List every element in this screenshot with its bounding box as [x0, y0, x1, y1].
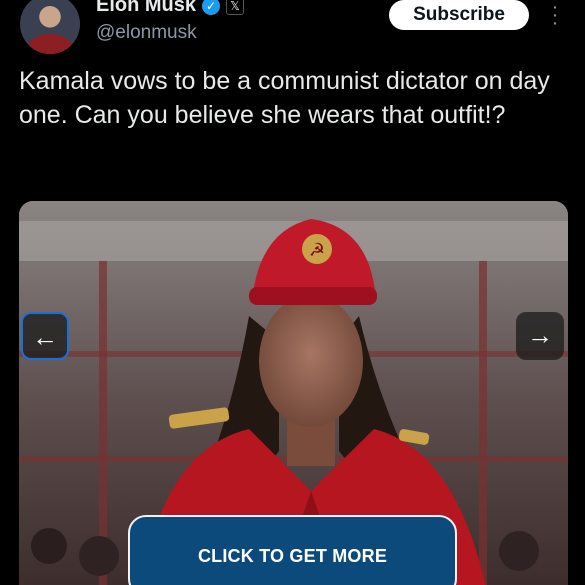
post-text: Kamala vows to be a communist dictator o…: [19, 67, 550, 129]
carousel-prev-button[interactable]: ←: [21, 312, 69, 360]
x-affiliation-icon: 𝕏: [226, 0, 245, 15]
click-to-get-more-button[interactable]: CLICK TO GET MORE: [128, 515, 457, 585]
verified-badge-icon: ✓: [202, 0, 221, 15]
author-handle[interactable]: @elonmusk: [96, 22, 197, 44]
subscribe-button[interactable]: Subscribe: [389, 0, 529, 30]
author-name-row: Elon Musk ✓ 𝕏: [96, 0, 245, 17]
avatar[interactable]: [20, 0, 80, 54]
post-header: Elon Musk ✓ 𝕏 @elonmusk Subscribe · · ·: [0, 0, 585, 58]
more-options-icon[interactable]: · · ·: [549, 0, 561, 33]
svg-text:☭: ☭: [309, 240, 325, 261]
carousel-next-button[interactable]: →: [516, 312, 564, 360]
author-name[interactable]: Elon Musk: [96, 0, 196, 17]
